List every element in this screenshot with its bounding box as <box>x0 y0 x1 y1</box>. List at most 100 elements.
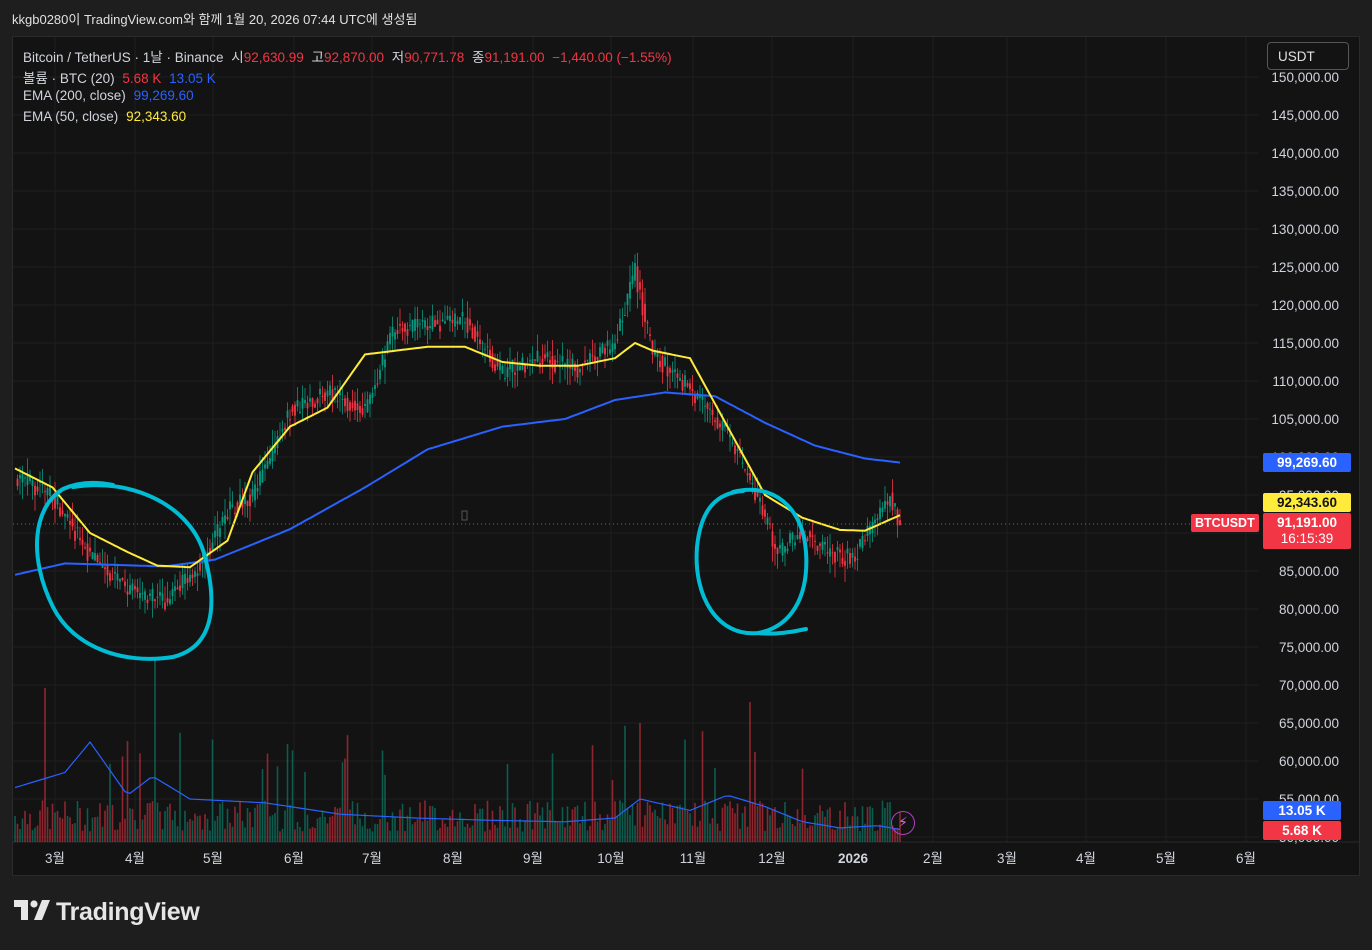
candle-body <box>736 449 739 452</box>
candle-body <box>284 427 286 431</box>
candle-body <box>169 598 171 605</box>
candle-body <box>309 398 311 402</box>
candle-body <box>351 402 354 409</box>
candle-body <box>719 423 721 428</box>
volume-bar <box>86 808 89 842</box>
volume-bar <box>736 803 739 842</box>
volume-bar <box>831 829 834 842</box>
candle-body <box>469 319 471 326</box>
chart-panel[interactable]: 150,000.00 145,000.00 140,000.00 135,000.00… <box>12 36 1360 876</box>
volume-bar <box>881 800 884 842</box>
candle-body <box>631 275 634 285</box>
candle-body <box>706 403 709 409</box>
volume-bar <box>169 803 171 842</box>
candle-body <box>549 359 551 364</box>
volume-bar <box>209 830 211 842</box>
candle-body <box>249 494 251 507</box>
volume-bar <box>629 815 631 842</box>
candle-body <box>71 518 74 527</box>
candle-body <box>66 514 69 518</box>
candle-body <box>514 372 516 375</box>
candle-body <box>444 321 446 324</box>
y-axis-tick-label: 75,000.00 <box>1279 640 1339 655</box>
lightning-icon[interactable]: ⚡ <box>891 811 915 835</box>
legend-ema50[interactable]: EMA (50, close) 92,343.60 <box>23 109 190 124</box>
legend-ema200[interactable]: EMA (200, close) 99,269.60 <box>23 88 198 103</box>
volume-bar <box>191 820 194 842</box>
volume-bar <box>501 810 504 842</box>
volume-bar <box>469 827 471 842</box>
candle-body <box>64 513 66 517</box>
volume-bar <box>726 806 729 842</box>
volume-bar <box>644 815 646 842</box>
volume-bar <box>146 803 149 842</box>
currency-button[interactable]: USDT <box>1267 42 1349 70</box>
volume-bar <box>741 813 744 842</box>
volume-bar <box>126 741 129 842</box>
candle-body <box>614 343 616 350</box>
candle-body <box>31 480 34 487</box>
volume-bar <box>271 815 274 842</box>
volume-bar <box>24 810 26 842</box>
candle-body <box>219 528 221 537</box>
candle-body <box>119 579 121 582</box>
volume-bar <box>814 815 816 842</box>
volume-bar <box>844 802 846 842</box>
candle-body <box>59 507 61 517</box>
volume-bar <box>651 812 654 842</box>
volume-bar <box>511 803 514 842</box>
candle-body <box>674 369 676 372</box>
volume-bar <box>244 827 246 842</box>
candle-body <box>89 547 91 552</box>
candle-body <box>626 293 629 305</box>
candle-body <box>844 560 846 566</box>
volume-bar <box>611 780 614 842</box>
candle-body <box>86 543 89 561</box>
volume-bar <box>696 826 699 842</box>
volume-bar <box>429 805 431 842</box>
candle-body <box>864 540 866 542</box>
candle-body <box>26 475 29 486</box>
volume-bar <box>779 827 781 842</box>
volume-bar <box>589 825 591 842</box>
candle-body <box>899 520 901 526</box>
volume-bar <box>806 828 809 842</box>
volume-bar <box>686 810 689 842</box>
chart-canvas[interactable]: 150,000.00 145,000.00 140,000.00 135,000.00… <box>13 37 1359 875</box>
volume-bar <box>526 803 529 842</box>
candle-body <box>534 359 536 361</box>
volume-bar <box>634 825 636 842</box>
volume-bar <box>424 800 426 842</box>
volume-bar <box>691 825 694 842</box>
candle-body <box>704 405 706 407</box>
last-price-value: 91,191.00 <box>1276 515 1338 530</box>
volume-bar <box>516 827 519 842</box>
tradingview-logo[interactable]: TradingView <box>14 898 200 927</box>
candle-body <box>79 537 81 541</box>
candle-body <box>891 492 894 511</box>
tradingview-logo-icon <box>14 898 50 927</box>
candle-body <box>211 542 214 550</box>
volume-bar <box>199 815 201 842</box>
legend-symbol[interactable]: Bitcoin / TetherUS · 1날 · Binance <box>23 50 224 65</box>
bar-countdown: 16:15:39 <box>1280 531 1334 546</box>
candle-body <box>381 354 384 366</box>
volume-bar <box>211 739 214 842</box>
legend-volume[interactable]: 볼륨 · BTC (20) 5.68 K 13.05 K <box>23 67 220 87</box>
y-axis-tick-label: 115,000.00 <box>1272 336 1339 351</box>
candle-body <box>796 535 799 539</box>
volume-bar <box>241 820 244 842</box>
candle-body <box>586 359 589 361</box>
candle-body <box>681 379 684 391</box>
candle-body <box>486 346 489 348</box>
volume-bar <box>289 804 291 842</box>
volume-bar <box>571 809 574 842</box>
volume-bar <box>556 822 559 842</box>
volume-bar <box>39 810 41 842</box>
last-price-tag: 91,191.00 16:15:39 <box>1263 513 1351 549</box>
candle-body <box>291 406 294 412</box>
volume-bar <box>69 817 71 842</box>
candle-body <box>229 501 231 510</box>
candle-body <box>716 417 719 429</box>
volume-bar <box>306 814 309 842</box>
